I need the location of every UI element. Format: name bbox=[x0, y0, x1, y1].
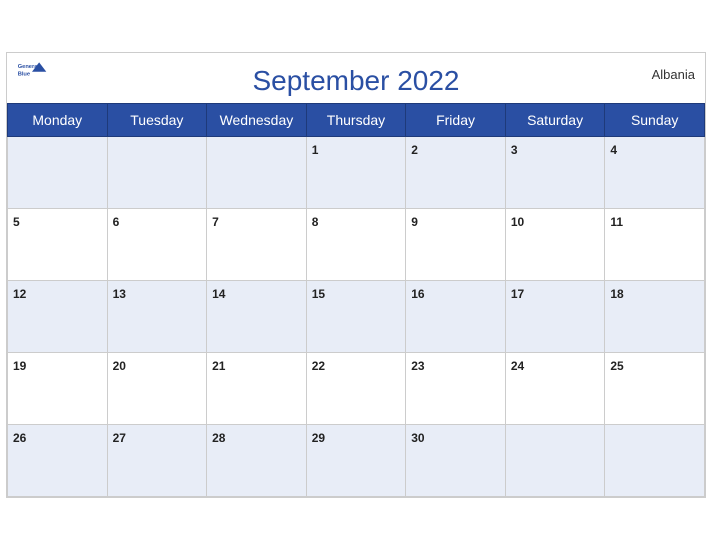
calendar-container: General Blue September 2022 Albania Mond… bbox=[6, 52, 706, 498]
weekday-thursday: Thursday bbox=[306, 104, 406, 137]
calendar-cell: 27 bbox=[107, 425, 207, 497]
calendar-cell: 8 bbox=[306, 209, 406, 281]
calendar-cell: 16 bbox=[406, 281, 506, 353]
calendar-cell: 2 bbox=[406, 137, 506, 209]
day-number: 29 bbox=[312, 431, 325, 445]
calendar-cell: 30 bbox=[406, 425, 506, 497]
calendar-cell: 29 bbox=[306, 425, 406, 497]
day-number: 30 bbox=[411, 431, 424, 445]
day-number: 22 bbox=[312, 359, 325, 373]
weekday-friday: Friday bbox=[406, 104, 506, 137]
calendar-cell bbox=[605, 425, 705, 497]
calendar-header: General Blue September 2022 Albania bbox=[7, 53, 705, 103]
calendar-week-row: 26 27 28 29 30 bbox=[8, 425, 705, 497]
calendar-cell: 20 bbox=[107, 353, 207, 425]
day-number: 12 bbox=[13, 287, 26, 301]
day-number: 6 bbox=[113, 215, 120, 229]
calendar-week-row: 12 13 14 15 16 17 18 bbox=[8, 281, 705, 353]
calendar-cell: 7 bbox=[207, 209, 307, 281]
day-number: 11 bbox=[610, 215, 623, 229]
calendar-cell: 17 bbox=[505, 281, 605, 353]
calendar-cell: 5 bbox=[8, 209, 108, 281]
day-number: 2 bbox=[411, 143, 418, 157]
country-label: Albania bbox=[652, 67, 695, 82]
day-number: 15 bbox=[312, 287, 325, 301]
calendar-cell: 10 bbox=[505, 209, 605, 281]
calendar-cell: 13 bbox=[107, 281, 207, 353]
day-number: 10 bbox=[511, 215, 524, 229]
day-number: 26 bbox=[13, 431, 26, 445]
calendar-cell: 23 bbox=[406, 353, 506, 425]
calendar-cell: 21 bbox=[207, 353, 307, 425]
calendar-cell: 24 bbox=[505, 353, 605, 425]
weekday-sunday: Sunday bbox=[605, 104, 705, 137]
day-number: 4 bbox=[610, 143, 617, 157]
day-number: 9 bbox=[411, 215, 418, 229]
calendar-cell: 14 bbox=[207, 281, 307, 353]
day-number: 17 bbox=[511, 287, 524, 301]
calendar-cell: 11 bbox=[605, 209, 705, 281]
calendar-cell: 4 bbox=[605, 137, 705, 209]
calendar-cell: 18 bbox=[605, 281, 705, 353]
calendar-cell: 6 bbox=[107, 209, 207, 281]
logo-area: General Blue bbox=[17, 61, 47, 81]
calendar-grid: Monday Tuesday Wednesday Thursday Friday… bbox=[7, 103, 705, 497]
calendar-cell: 12 bbox=[8, 281, 108, 353]
calendar-cell: 15 bbox=[306, 281, 406, 353]
svg-text:Blue: Blue bbox=[18, 71, 30, 77]
calendar-cell: 22 bbox=[306, 353, 406, 425]
day-number: 3 bbox=[511, 143, 518, 157]
day-number: 5 bbox=[13, 215, 20, 229]
calendar-cell bbox=[8, 137, 108, 209]
calendar-cell: 3 bbox=[505, 137, 605, 209]
weekday-tuesday: Tuesday bbox=[107, 104, 207, 137]
calendar-cell bbox=[207, 137, 307, 209]
calendar-cell bbox=[505, 425, 605, 497]
calendar-week-row: 19 20 21 22 23 24 25 bbox=[8, 353, 705, 425]
calendar-week-row: 1 2 3 4 bbox=[8, 137, 705, 209]
general-blue-logo-icon: General Blue bbox=[17, 61, 47, 81]
day-number: 25 bbox=[610, 359, 623, 373]
day-number: 8 bbox=[312, 215, 319, 229]
weekday-wednesday: Wednesday bbox=[207, 104, 307, 137]
calendar-week-row: 5 6 7 8 9 10 11 bbox=[8, 209, 705, 281]
day-number: 1 bbox=[312, 143, 319, 157]
calendar-cell: 1 bbox=[306, 137, 406, 209]
calendar-cell: 9 bbox=[406, 209, 506, 281]
calendar-cell: 28 bbox=[207, 425, 307, 497]
day-number: 27 bbox=[113, 431, 126, 445]
day-number: 28 bbox=[212, 431, 225, 445]
day-number: 21 bbox=[212, 359, 225, 373]
weekday-monday: Monday bbox=[8, 104, 108, 137]
day-number: 16 bbox=[411, 287, 424, 301]
day-number: 23 bbox=[411, 359, 424, 373]
day-number: 18 bbox=[610, 287, 623, 301]
day-number: 20 bbox=[113, 359, 126, 373]
weekday-header-row: Monday Tuesday Wednesday Thursday Friday… bbox=[8, 104, 705, 137]
day-number: 7 bbox=[212, 215, 219, 229]
weekday-saturday: Saturday bbox=[505, 104, 605, 137]
calendar-cell: 26 bbox=[8, 425, 108, 497]
calendar-title: September 2022 bbox=[252, 65, 459, 97]
day-number: 24 bbox=[511, 359, 524, 373]
day-number: 13 bbox=[113, 287, 126, 301]
day-number: 14 bbox=[212, 287, 225, 301]
calendar-cell: 19 bbox=[8, 353, 108, 425]
calendar-cell bbox=[107, 137, 207, 209]
day-number: 19 bbox=[13, 359, 26, 373]
calendar-cell: 25 bbox=[605, 353, 705, 425]
